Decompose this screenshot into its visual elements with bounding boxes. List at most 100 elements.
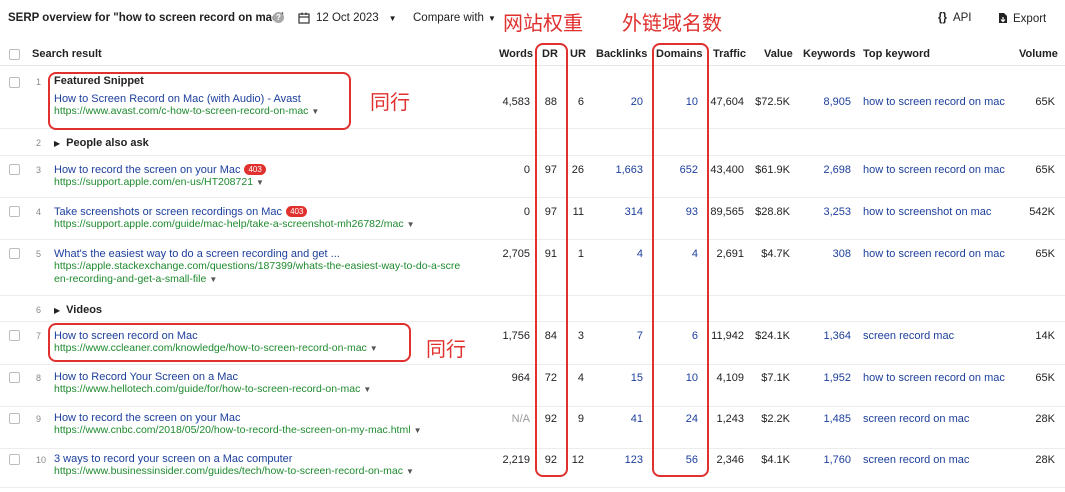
expand-triangle-icon[interactable]: ▶: [54, 139, 60, 148]
cell-backlinks[interactable]: 15: [631, 372, 643, 384]
help-icon[interactable]: ?: [273, 12, 284, 23]
date-picker[interactable]: 12 Oct 2023 ▼: [298, 10, 397, 26]
cell-backlinks[interactable]: 41: [631, 413, 643, 425]
result-title-text[interactable]: How to record the screen on your Mac: [54, 164, 240, 176]
result-title-link[interactable]: How to record the screen on your Mac 403: [54, 164, 266, 176]
chevron-down-icon[interactable]: ▼: [414, 426, 422, 435]
cell-backlinks[interactable]: 20: [631, 96, 643, 108]
row-checkbox[interactable]: [9, 206, 20, 217]
col-top-keyword[interactable]: Top keyword: [863, 48, 930, 60]
row-number: 2: [36, 138, 42, 148]
cell-keywords[interactable]: 1,952: [823, 372, 851, 384]
cell-words: 2,219: [502, 454, 530, 466]
cell-value: $61.9K: [755, 164, 790, 176]
result-url[interactable]: https://www.cnbc.com/2018/05/20/how-to-r…: [54, 424, 421, 437]
ccleaner-result-highlight: [48, 323, 411, 362]
cell-top-keyword[interactable]: screen record on mac: [863, 454, 969, 466]
section-row[interactable]: 6 ▶ Videos: [0, 297, 1065, 322]
cell-backlinks[interactable]: 123: [625, 454, 643, 466]
export-button[interactable]: Export: [998, 12, 1046, 25]
cell-words: 1,756: [502, 330, 530, 342]
result-url[interactable]: https://www.hellotech.com/guide/for/how-…: [54, 383, 371, 396]
result-url-line-1[interactable]: https://apple.stackexchange.com/question…: [54, 260, 460, 273]
result-url[interactable]: https://www.businessinsider.com/guides/t…: [54, 465, 414, 478]
cell-top-keyword[interactable]: how to screen record on mac: [863, 248, 1005, 260]
col-words[interactable]: Words: [499, 48, 533, 60]
result-title-link[interactable]: What's the easiest way to do a screen re…: [54, 248, 460, 260]
cell-top-keyword[interactable]: how to screenshot on mac: [863, 206, 991, 218]
row-checkbox[interactable]: [9, 164, 20, 175]
result-url-text[interactable]: https://www.cnbc.com/2018/05/20/how-to-r…: [54, 424, 411, 436]
cell-value: $28.8K: [755, 206, 790, 218]
api-button[interactable]: {} API: [938, 12, 972, 24]
cell-backlinks[interactable]: 314: [625, 206, 643, 218]
cell-ur: 3: [577, 330, 584, 342]
result-title-link[interactable]: How to Record Your Screen on a Mac: [54, 371, 371, 383]
cell-backlinks[interactable]: 7: [637, 330, 643, 342]
result-url-text[interactable]: https://support.apple.com/guide/mac-help…: [54, 218, 404, 230]
result-url-text[interactable]: https://www.businessinsider.com/guides/t…: [54, 465, 403, 477]
chevron-down-icon[interactable]: ▼: [209, 275, 217, 284]
row-checkbox[interactable]: [9, 248, 20, 259]
result-url-text[interactable]: https://www.hellotech.com/guide/for/how-…: [54, 383, 360, 395]
result-url[interactable]: en-recording-and-get-a-small-file ▼: [54, 273, 460, 286]
domains-column-highlight: [652, 43, 709, 477]
cell-keywords[interactable]: 2,698: [823, 164, 851, 176]
cell-keywords[interactable]: 1,364: [823, 330, 851, 342]
chevron-down-icon[interactable]: ▼: [406, 467, 414, 476]
row-checkbox[interactable]: [9, 372, 20, 383]
select-all-checkbox[interactable]: [9, 49, 20, 60]
cell-value: $7.1K: [761, 372, 790, 384]
col-volume[interactable]: Volume: [1019, 48, 1058, 60]
chevron-down-icon[interactable]: ▼: [256, 178, 264, 187]
table-row: 4 Take screenshots or screen recordings …: [0, 199, 1065, 240]
cell-top-keyword[interactable]: how to screen record on mac: [863, 164, 1005, 176]
row-checkbox[interactable]: [9, 330, 20, 341]
cell-keywords[interactable]: 308: [833, 248, 851, 260]
chevron-down-icon[interactable]: ▼: [407, 220, 415, 229]
result-title-link[interactable]: 3 ways to record your screen on a Mac co…: [54, 453, 414, 465]
result-url[interactable]: https://support.apple.com/guide/mac-help…: [54, 218, 415, 231]
cell-backlinks[interactable]: 1,663: [615, 164, 643, 176]
cell-ur: 26: [571, 164, 584, 176]
col-ur[interactable]: UR: [570, 48, 586, 60]
cell-words: 964: [511, 372, 530, 384]
result-url-text[interactable]: https://support.apple.com/en-us/HT208721: [54, 176, 253, 188]
cell-top-keyword[interactable]: how to screen record on mac: [863, 96, 1005, 108]
cell-traffic: 47,604: [710, 96, 744, 108]
result-title-text[interactable]: Take screenshots or screen recordings on…: [54, 206, 282, 218]
cell-ur: 12: [571, 454, 584, 466]
result-title-link[interactable]: How to record the screen on your Mac: [54, 412, 421, 424]
table-header: Search result Words DR UR Backlinks Doma…: [0, 42, 1065, 66]
cell-top-keyword[interactable]: screen record on mac: [863, 413, 969, 425]
section-row[interactable]: 2 ▶ People also ask: [0, 130, 1065, 156]
section-videos[interactable]: ▶ Videos: [54, 304, 102, 316]
col-value[interactable]: Value: [764, 48, 793, 60]
col-traffic[interactable]: Traffic: [713, 48, 746, 60]
cell-backlinks[interactable]: 4: [637, 248, 643, 260]
result-url-line-2[interactable]: en-recording-and-get-a-small-file: [54, 273, 206, 285]
cell-value: $2.2K: [761, 413, 790, 425]
cell-top-keyword[interactable]: screen record mac: [863, 330, 954, 342]
row-checkbox[interactable]: [9, 413, 20, 424]
col-keywords[interactable]: Keywords: [803, 48, 856, 60]
row-number: 6: [36, 305, 42, 315]
expand-triangle-icon[interactable]: ▶: [54, 306, 60, 315]
row-checkbox[interactable]: [9, 77, 20, 88]
cell-keywords[interactable]: 1,485: [823, 413, 851, 425]
chevron-down-icon: ▼: [388, 13, 397, 23]
cell-keywords[interactable]: 1,760: [823, 454, 851, 466]
result-title-link[interactable]: Take screenshots or screen recordings on…: [54, 206, 415, 218]
code-braces-icon: {}: [938, 12, 947, 24]
cell-top-keyword[interactable]: how to screen record on mac: [863, 372, 1005, 384]
cell-keywords[interactable]: 3,253: [823, 206, 851, 218]
row-checkbox[interactable]: [9, 454, 20, 465]
compare-with-dropdown[interactable]: Compare with ▼: [413, 12, 496, 24]
col-backlinks[interactable]: Backlinks: [596, 48, 647, 60]
chevron-down-icon[interactable]: ▼: [363, 385, 371, 394]
section-people-also-ask[interactable]: ▶ People also ask: [54, 137, 149, 149]
cell-traffic: 11,942: [711, 330, 744, 342]
cell-keywords[interactable]: 8,905: [823, 96, 851, 108]
col-search-result[interactable]: Search result: [32, 48, 102, 60]
result-url[interactable]: https://support.apple.com/en-us/HT208721…: [54, 176, 266, 189]
